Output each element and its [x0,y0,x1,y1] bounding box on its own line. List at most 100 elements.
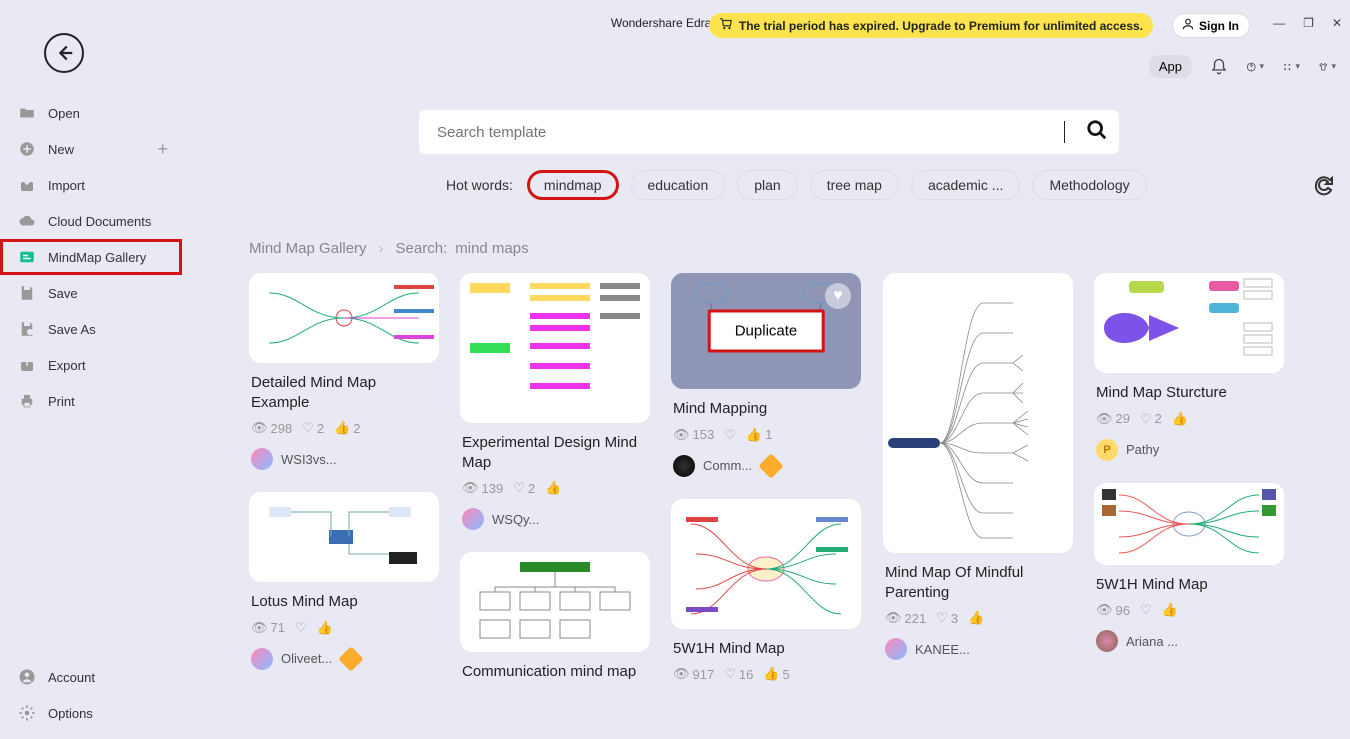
views-stat: 👁71 [251,620,285,636]
breadcrumb-root[interactable]: Mind Map Gallery [249,240,367,257]
hotword-mindmap[interactable]: mindmap [527,170,619,200]
hotword-treemap[interactable]: tree map [810,170,899,200]
close-icon[interactable]: ✕ [1332,16,1342,30]
sidebar-item-save[interactable]: Save [0,275,182,311]
likes-stat: 👍 [968,610,984,626]
hotword-education[interactable]: education [631,170,726,200]
sidebar-item-print[interactable]: Print [0,383,182,419]
gallery-card[interactable]: Communication mind map [460,552,650,682]
card-title: Mind Map Sturcture [1094,383,1284,403]
likes-stat: 👍 [545,480,561,496]
sidebar-item-gallery[interactable]: MindMap Gallery [0,239,182,275]
hotword-academic[interactable]: academic ... [911,170,1020,200]
card-title: Communication mind map [460,662,650,682]
avatar [673,455,695,477]
plus-circle-icon [18,140,36,158]
hotwords-row: Hot words: mindmap education plan tree m… [446,170,1350,200]
sidebar-item-open[interactable]: Open [0,95,182,131]
account-icon [18,668,36,686]
signin-button[interactable]: Sign In [1172,13,1250,38]
likes-stat: 👍 [1162,602,1178,618]
likes-stat: 👍2 [334,420,360,436]
print-icon [18,392,36,410]
hotword-plan[interactable]: plan [737,170,797,200]
import-icon [18,176,36,194]
card-stats: 👁139 ♡2 👍 [460,480,650,496]
gallery-card[interactable]: ♥ Duplicate Mind Mapping 👁153 ♡ 👍1 Comm.… [671,273,861,477]
card-stats: 👁71 ♡ 👍 [249,620,439,636]
thumbnail[interactable] [1094,483,1284,565]
gallery-card[interactable]: Lotus Mind Map 👁71 ♡ 👍 Oliveet... [249,492,439,670]
gallery-card[interactable]: Experimental Design Mind Map 👁139 ♡2 👍 W… [460,273,650,530]
thumbnail[interactable] [249,273,439,363]
views-stat: 👁29 [1096,411,1130,427]
author-name: KANEE... [915,642,970,657]
duplicate-button[interactable]: Duplicate [708,310,825,353]
sidebar-item-export[interactable]: Export [0,347,182,383]
search-button[interactable] [1075,119,1119,146]
card-stats: 👁917 ♡16 👍5 [671,666,861,682]
premium-badge-icon [758,453,783,478]
sidebar-item-cloud[interactable]: Cloud Documents [0,203,182,239]
avatar: P [1096,439,1118,461]
sidebar-item-options[interactable]: Options [0,695,182,731]
refresh-button[interactable] [1312,173,1336,202]
gallery-card[interactable]: 5W1H Mind Map 👁96 ♡ 👍 Ariana ... [1094,483,1284,653]
hearts-stat: ♡ [295,620,307,636]
views-stat: 👁221 [885,610,926,626]
save-icon [18,284,36,302]
hotwords-label: Hot words: [446,177,513,193]
saveas-icon [18,320,36,338]
likes-stat: 👍 [1172,411,1188,427]
author-name: Oliveet... [281,651,332,666]
back-button[interactable] [44,33,84,73]
window-controls[interactable]: — ❐ ✕ [1273,16,1342,30]
sidebar-item-label: Open [48,106,80,121]
views-stat: 👁96 [1096,602,1130,618]
views-stat: 👁153 [673,427,714,443]
card-title: Mind Map Of Mindful Parenting [883,563,1073,602]
sidebar-item-new[interactable]: New + [0,131,182,167]
card-title: Experimental Design Mind Map [460,433,650,472]
chevron-right-icon: › [379,240,384,257]
author-name: WSQy... [492,512,539,527]
premium-badge-icon [339,646,364,671]
card-author: KANEE... [883,638,1073,660]
sidebar-item-label: Import [48,178,85,193]
hotword-methodology[interactable]: Methodology [1032,170,1146,200]
thumbnail[interactable]: ♥ Duplicate [671,273,861,389]
maximize-icon[interactable]: ❐ [1303,16,1314,30]
favorite-button[interactable]: ♥ [825,283,851,309]
divider [1064,121,1065,143]
sidebar-item-account[interactable]: Account [0,659,182,695]
breadcrumb: Mind Map Gallery › Search: mind maps [249,240,1350,257]
author-name: WSI3vs... [281,452,337,467]
thumbnail[interactable] [460,552,650,652]
card-stats: 👁96 ♡ 👍 [1094,602,1284,618]
sidebar-item-saveas[interactable]: Save As [0,311,182,347]
gallery-card[interactable]: Mind Map Of Mindful Parenting 👁221 ♡3 👍 … [883,273,1073,660]
views-stat: 👁139 [462,480,503,496]
gallery-card[interactable]: 5W1H Mind Map 👁917 ♡16 👍5 [671,499,861,683]
thumbnail[interactable] [883,273,1073,553]
thumbnail[interactable] [671,499,861,629]
thumbnail[interactable] [249,492,439,582]
card-title: 5W1H Mind Map [1094,575,1284,595]
views-stat: 👁298 [251,420,292,436]
sidebar-item-import[interactable]: Import [0,167,182,203]
add-icon[interactable]: + [157,139,168,160]
sidebar-item-label: MindMap Gallery [48,250,146,265]
author-name: Pathy [1126,442,1159,457]
gallery-card[interactable]: Mind Map Sturcture 👁29 ♡2 👍 P Pathy [1094,273,1284,461]
trial-banner-text: The trial period has expired. Upgrade to… [739,19,1143,33]
minimize-icon[interactable]: — [1273,16,1285,30]
card-title: Detailed Mind Map Example [249,373,439,412]
gear-icon [18,704,36,722]
gallery-card[interactable]: Detailed Mind Map Example 👁298 ♡2 👍2 WSI… [249,273,439,470]
breadcrumb-query: mind maps [455,240,528,257]
trial-banner[interactable]: The trial period has expired. Upgrade to… [709,13,1153,38]
thumbnail[interactable] [1094,273,1284,373]
search-input[interactable] [419,124,1064,141]
card-stats: 👁221 ♡3 👍 [883,610,1073,626]
thumbnail[interactable] [460,273,650,423]
